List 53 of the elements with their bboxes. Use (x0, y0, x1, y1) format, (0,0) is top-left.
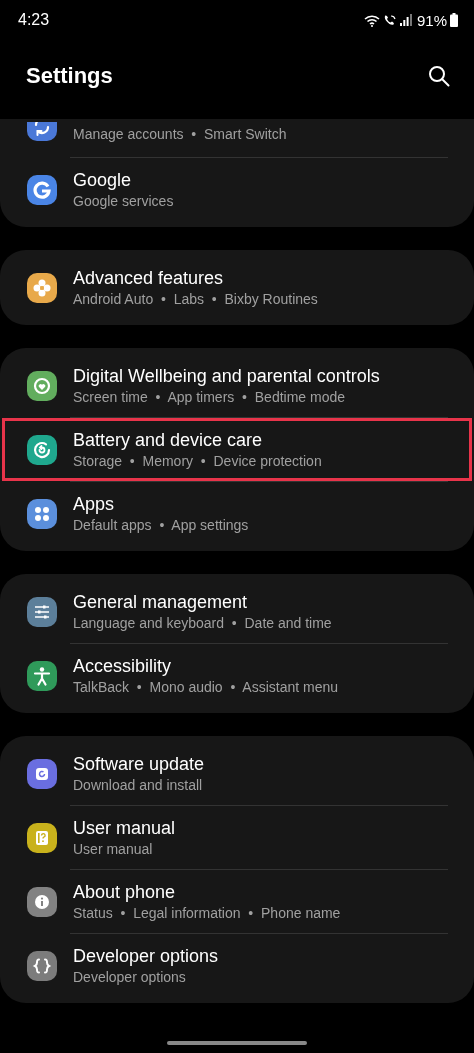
item-title: Software update (73, 754, 205, 775)
item-title: General management (73, 592, 249, 613)
item-subtitle: TalkBack • Mono audio • Assistant menu (73, 679, 339, 695)
item-subtitle: Default apps • App settings (73, 517, 249, 533)
settings-item[interactable]: Developer options Developer options (2, 934, 472, 997)
wifi-icon (363, 13, 380, 27)
item-title: About phone (73, 882, 177, 903)
signal-icon (399, 14, 412, 26)
settings-item[interactable]: About phone Status • Legal information • Phone name (2, 870, 472, 933)
setting-icon (27, 758, 57, 789)
item-subtitle: Download and install (73, 777, 204, 793)
setting-icon (27, 174, 57, 205)
status-time: 4:23 (18, 11, 50, 29)
item-subtitle: User manual (73, 841, 154, 857)
item-subtitle: Screen time • App timers • Bedtime mode (73, 389, 347, 405)
item-title: Developer options (73, 946, 219, 967)
setting-icon (27, 434, 57, 465)
settings-item[interactable]: Software update Download and install (2, 742, 472, 805)
settings-item[interactable]: Manage accounts • Smart Switch (2, 119, 472, 157)
item-title: User manual (73, 818, 176, 839)
settings-item[interactable]: Advanced features Android Auto • Labs • Bixby Routines (2, 256, 472, 319)
item-subtitle: Storage • Memory • Device protection (73, 453, 322, 469)
settings-item[interactable]: Battery and device care Storage • Memory • Device protection (2, 418, 472, 481)
wifi-calling-icon (382, 13, 397, 27)
item-title: Digital Wellbeing and parental controls (73, 366, 380, 387)
battery-icon (450, 13, 458, 27)
item-subtitle: Language and keyboard • Date and time (73, 615, 332, 631)
item-subtitle: Status • Legal information • Phone name (73, 905, 341, 921)
item-title: Google (73, 170, 133, 191)
settings-item[interactable]: Digital Wellbeing and parental controls Screen time • App timers • Bedtime mode (2, 354, 472, 417)
setting-icon (27, 272, 57, 303)
setting-icon (27, 498, 57, 529)
setting-icon (27, 370, 57, 401)
settings-item[interactable]: Apps Default apps • App settings (2, 482, 472, 545)
page-title: Settings (26, 62, 113, 89)
item-title: Accessibility (73, 656, 173, 677)
settings-item[interactable]: Google Google services (2, 158, 472, 221)
settings-item[interactable]: General management Language and keyboard • Date and time (2, 580, 472, 643)
setting-icon (27, 886, 57, 917)
item-subtitle: Android Auto • Labs • Bixby Routines (73, 291, 318, 307)
item-subtitle: Manage accounts • Smart Switch (73, 126, 287, 142)
setting-icon (27, 596, 57, 627)
item-title: Advanced features (73, 268, 225, 289)
item-subtitle: Developer options (73, 969, 187, 985)
item-title: Apps (73, 494, 116, 515)
item-title: Battery and device care (73, 430, 264, 451)
setting-icon (27, 822, 57, 853)
settings-item[interactable]: User manual User manual (2, 806, 472, 869)
battery-percent: 91% (416, 11, 447, 29)
setting-icon (27, 950, 57, 981)
setting-icon (27, 660, 57, 691)
settings-item[interactable]: Accessibility TalkBack • Mono audio • Assistant menu (2, 644, 472, 707)
item-subtitle: Google services (73, 193, 174, 209)
